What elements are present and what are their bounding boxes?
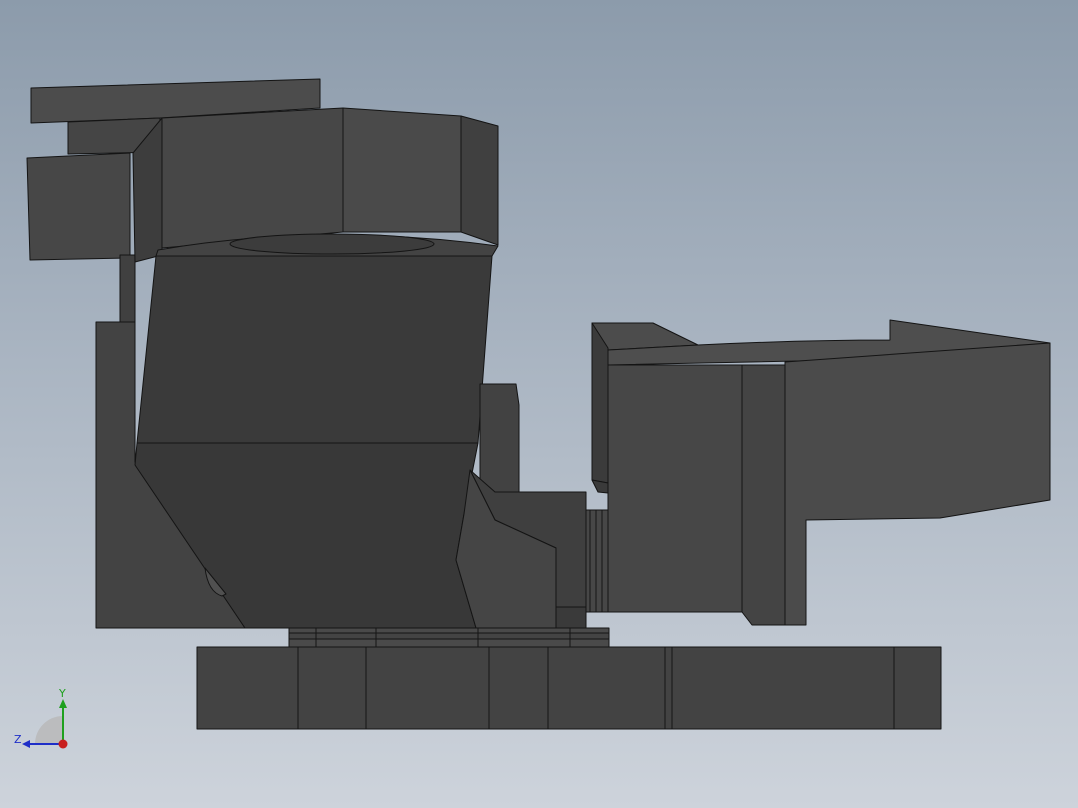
left-flange-face (26, 152, 131, 261)
clamp-side-strip (741, 364, 786, 626)
y-axis-label: Y (58, 687, 66, 700)
small-step-block (555, 606, 587, 629)
ribbed-spacer (585, 509, 609, 613)
bore-hole (229, 233, 435, 255)
axis-triad[interactable]: Y Z (10, 686, 76, 752)
clamp-inner-face (784, 342, 1051, 626)
y-axis-arrow (59, 699, 67, 708)
graphics-viewport[interactable]: Y Z (0, 0, 1078, 808)
cylinder-head-mid-face (342, 107, 462, 233)
cylinder-head-right-face (460, 115, 499, 246)
center-upper-block (479, 383, 520, 493)
clamp-back-wall (591, 322, 609, 484)
base-plate-face (196, 646, 942, 730)
shim-layer-3 (288, 638, 610, 648)
3d-model[interactable] (0, 0, 1078, 808)
body-upper-face (136, 255, 493, 444)
z-axis-arrow (22, 740, 30, 748)
z-axis-label: Z (14, 733, 22, 746)
triad-quadrant (35, 716, 63, 744)
shim-layer-1 (288, 627, 610, 634)
left-rib-face (119, 254, 136, 323)
clamp-front-face (607, 364, 743, 613)
x-axis-dot (58, 739, 68, 749)
shim-layer-2 (288, 632, 610, 640)
cylinder-head-front-face (161, 107, 344, 249)
